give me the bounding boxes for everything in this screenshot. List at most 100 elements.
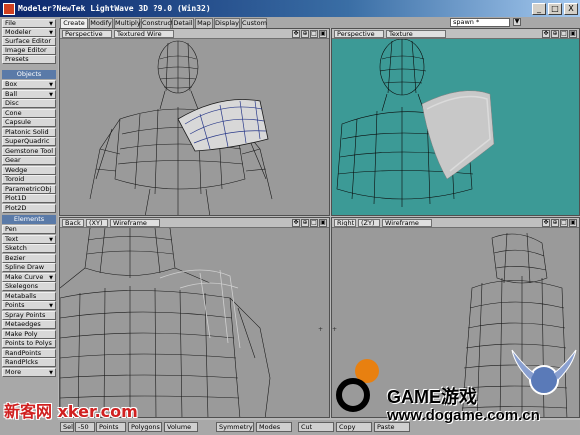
tool-superquadric[interactable]: SuperQuadric [2,137,56,146]
sel-mode-button[interactable]: Sel [60,422,74,432]
tool-randpoints[interactable]: RandPoints [2,348,56,358]
perspective-wire-canvas[interactable] [60,39,330,216]
left-tool-panel: File ▼ Modeler ▼ Surface Editor Image Edit… [0,17,58,435]
rotate-view-icon[interactable]: ⊕ [301,219,309,227]
elements-header: Elements [2,215,56,224]
tool-plot2d[interactable]: Plot2D [2,203,56,213]
viewport-toolbar: Right (ZY) Wireframe ✥ ⊕ □ ▣ [332,218,579,228]
move-view-icon[interactable]: ✥ [542,30,550,38]
move-view-icon[interactable]: ✥ [542,219,550,227]
zoom-view-icon[interactable]: □ [310,219,318,227]
surface-editor-button[interactable]: Surface Editor [2,37,56,46]
maximize-view-icon[interactable]: ▣ [569,30,577,38]
tool-plot1d[interactable]: Plot1D [2,194,56,203]
tab-map[interactable]: Map [195,18,213,28]
tool-spline-draw[interactable]: Spline Draw [2,263,56,272]
cut-button[interactable]: Cut [298,422,334,432]
render-mode-select[interactable]: Texture [386,30,446,38]
svg-text:+: + [332,326,337,333]
perspective-texture-canvas[interactable] [332,39,580,216]
viewport-bottom-left[interactable]: Back (XY) Wireframe ✥ ⊕ □ ▣ + [59,217,330,418]
app-icon [3,2,15,15]
rotate-view-icon[interactable]: ⊕ [551,30,559,38]
copy-button[interactable]: Copy [336,422,372,432]
tab-display[interactable]: Display [214,18,240,28]
tool-gemstone-tool[interactable]: Gemstone Tool [2,146,56,156]
dropdown-arrow-icon: ▼ [49,274,53,281]
tool-randplcks[interactable]: RandPlcks [2,358,56,367]
volume-mode-button[interactable]: Volume [164,422,198,432]
tool-cone[interactable]: Cone [2,108,56,118]
back-wire-canvas[interactable]: + [60,228,330,418]
view-type-select[interactable]: Right [334,219,356,227]
tab-multiply[interactable]: Multiply [114,18,141,28]
move-view-icon[interactable]: ✥ [292,219,300,227]
tool-parametricobj[interactable]: ParametricObj [2,184,56,194]
tool-bezier[interactable]: Bezier [2,253,56,263]
zoom-view-icon[interactable]: □ [560,219,568,227]
tool-ball[interactable]: Ball ▼ [2,89,56,99]
modeler-menu[interactable]: Modeler ▼ [2,28,56,37]
tool-toroid[interactable]: Toroid [2,175,56,184]
maximize-view-icon[interactable]: ▣ [569,219,577,227]
viewport-top-left[interactable]: Perspective Textured Wire ✥ ⊕ □ ▣ [59,28,330,216]
tool-points-to-polys[interactable]: Points to Polys [2,339,56,348]
tool-make-curve[interactable]: Make Curve ▼ [2,272,56,282]
render-mode-select[interactable]: Wireframe [382,219,432,227]
minimize-button[interactable]: _ [532,2,546,15]
maximize-view-icon[interactable]: ▣ [319,30,327,38]
tool-platonic-solid[interactable]: Platonic Solid [2,127,56,137]
image-editor-button[interactable]: Image Editor [2,46,56,55]
tool-text[interactable]: Text ▼ [2,234,56,244]
modes-select[interactable]: Modes [256,422,292,432]
tool-disc[interactable]: Disc [2,99,56,108]
symmetry-select[interactable]: Symmetry [216,422,254,432]
axis-select[interactable]: (XY) [86,219,108,227]
tool-metaedges[interactable]: Metaedges [2,320,56,329]
viewport-toolbar: Perspective Texture ✥ ⊕ □ ▣ [332,29,579,39]
maximize-button[interactable]: □ [548,2,562,15]
gamelogo-icon [336,359,379,412]
layer-selector[interactable]: spawn * [450,18,510,27]
tool-more[interactable]: More ▼ [2,367,56,377]
tool-wedge[interactable]: Wedge [2,165,56,175]
polygons-mode-button[interactable]: Polygons [128,422,162,432]
rotate-view-icon[interactable]: ⊕ [301,30,309,38]
tab-detail[interactable]: Detail [172,18,194,28]
points-mode-button[interactable]: Points [96,422,126,432]
zoom-view-icon[interactable]: □ [310,30,318,38]
view-type-select[interactable]: Perspective [62,30,112,38]
tool-points[interactable]: Points ▼ [2,301,56,310]
tab-custom[interactable]: Custom [241,18,267,28]
dropdown-arrow-icon: ▼ [49,236,53,243]
tool-spray-points[interactable]: Spray Points [2,310,56,320]
move-view-icon[interactable]: ✥ [292,30,300,38]
view-type-select[interactable]: Perspective [334,30,384,38]
tool-sketch[interactable]: Sketch [2,244,56,253]
tab-modify[interactable]: Modify [89,18,113,28]
dropdown-arrow-icon: ▼ [49,369,53,376]
axis-select[interactable]: (ZY) [358,219,380,227]
render-mode-select[interactable]: Textured Wire [114,30,174,38]
rotate-view-icon[interactable]: ⊕ [551,219,559,227]
render-mode-select[interactable]: Wireframe [110,219,160,227]
sel-count-field[interactable]: -50 [75,422,95,432]
tool-skelegons[interactable]: Skelegons [2,282,56,291]
tool-capsule[interactable]: Capsule [2,118,56,127]
viewport-top-right[interactable]: Perspective Texture ✥ ⊕ □ ▣ [331,28,580,216]
tool-box[interactable]: Box ▼ [2,80,56,89]
tab-create[interactable]: Create [60,18,88,28]
zoom-view-icon[interactable]: □ [560,30,568,38]
tool-metaballs[interactable]: Metaballs [2,291,56,301]
maximize-view-icon[interactable]: ▣ [319,219,327,227]
tool-make-poly[interactable]: Make Poly [2,329,56,339]
tool-pen[interactable]: Pen [2,225,56,234]
view-type-select[interactable]: Back [62,219,84,227]
tool-tabs: Create Modify Multiply Construct Detail Map Di… [58,17,580,28]
tool-gear[interactable]: Gear [2,156,56,165]
close-button[interactable]: X [564,2,578,15]
layer-dropdown-icon[interactable]: ▼ [513,18,521,26]
tab-construct[interactable]: Construct [141,18,173,28]
presets-button[interactable]: Presets [2,55,56,64]
file-menu[interactable]: File ▼ [2,19,56,28]
